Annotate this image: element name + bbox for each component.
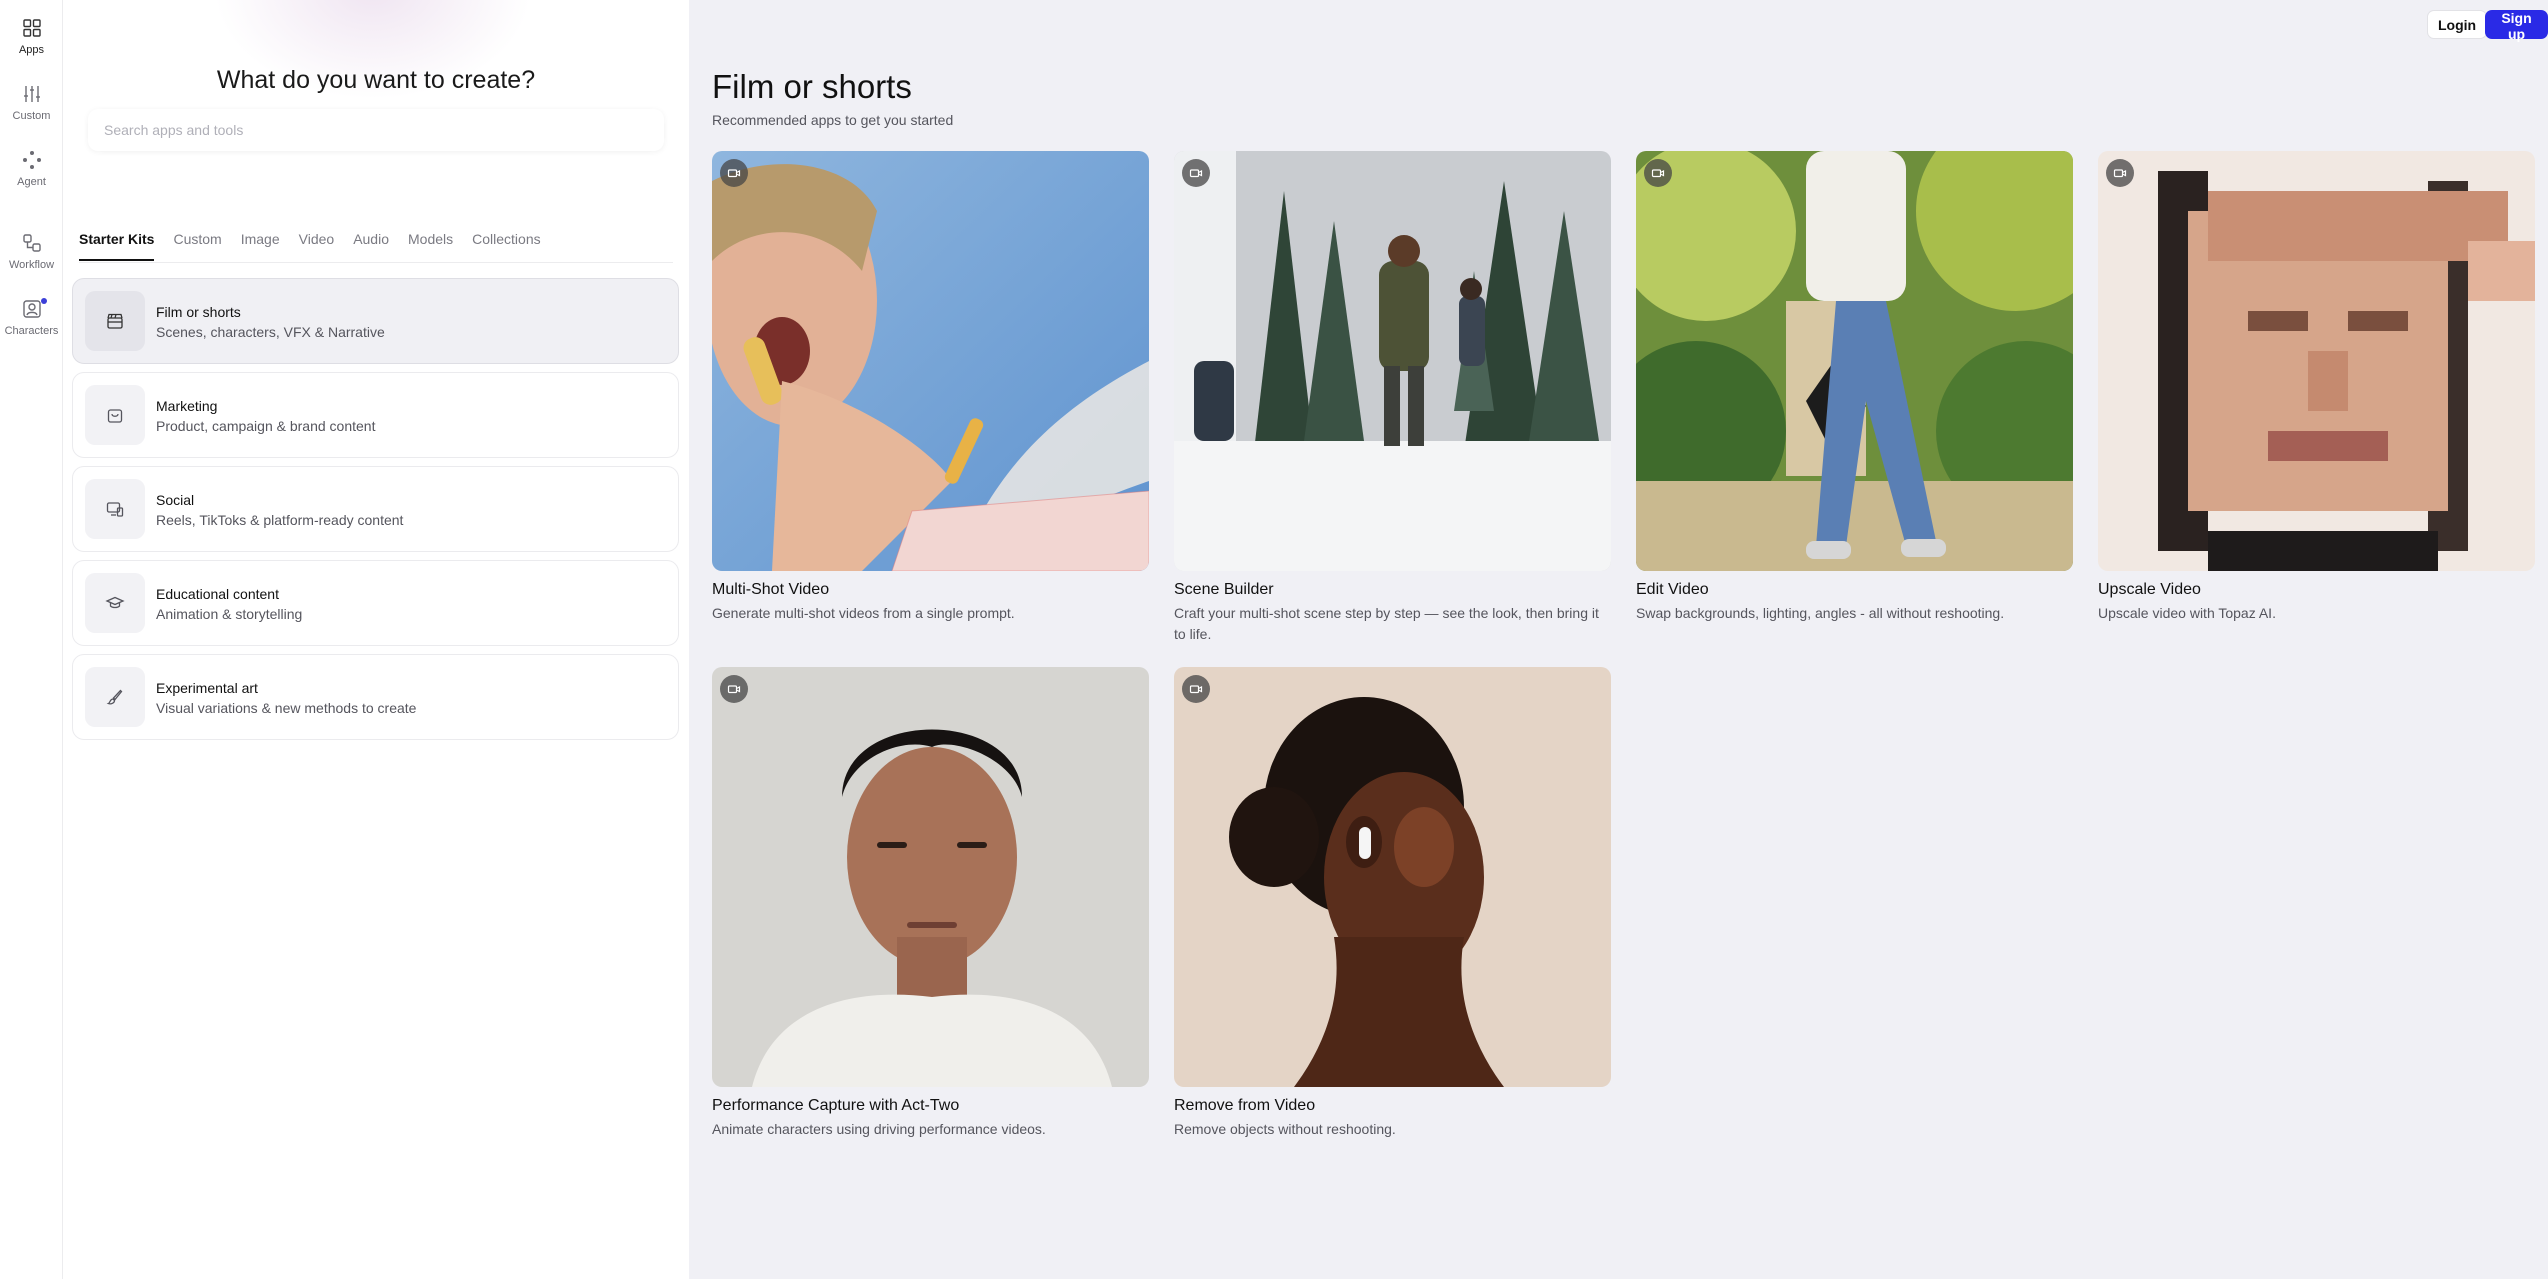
kit-title: Experimental art: [156, 680, 258, 696]
tab-models[interactable]: Models: [408, 231, 453, 261]
kit-marketing[interactable]: Marketing Product, campaign & brand cont…: [72, 372, 679, 458]
app-card-edit-video[interactable]: Edit Video Swap backgrounds, lighting, a…: [1636, 151, 2073, 624]
category-tabs: Starter Kits Custom Image Video Audio Mo…: [79, 231, 560, 261]
kit-icon-tile: [85, 291, 145, 351]
icon-rail: Apps Custom Agent Workflow Characters: [0, 0, 63, 1279]
workflow-icon: [22, 234, 41, 252]
video-camera-icon: [1644, 159, 1672, 187]
thumbnail-image: [712, 151, 1149, 571]
rail-label: Workflow: [8, 259, 55, 271]
card-thumbnail: [1174, 151, 1611, 571]
tab-custom[interactable]: Custom: [173, 231, 221, 261]
kit-subtitle: Visual variations & new methods to creat…: [156, 700, 417, 716]
video-camera-icon: [2106, 159, 2134, 187]
rail-item-characters[interactable]: Characters: [0, 298, 63, 337]
kit-icon-tile: [85, 385, 145, 445]
login-button[interactable]: Login: [2427, 10, 2488, 39]
rail-item-custom[interactable]: Custom: [0, 83, 63, 122]
card-description: Swap backgrounds, lighting, angles - all…: [1636, 605, 2005, 621]
rail-label: Apps: [18, 44, 45, 56]
shopping-bag-icon: [107, 409, 123, 423]
character-icon: [22, 300, 41, 318]
app-card-upscale-video[interactable]: Upscale Video Upscale video with Topaz A…: [2098, 151, 2535, 624]
card-title: Multi-Shot Video: [712, 581, 830, 598]
graduation-cap-icon: [105, 596, 125, 609]
thumbnail-image: [1174, 151, 1611, 571]
card-thumbnail: [1174, 667, 1611, 1087]
main-content: Login Sign up Film or shorts Recommended…: [689, 0, 2548, 1279]
page-title: Film or shorts: [712, 68, 912, 105]
video-camera-icon: [720, 159, 748, 187]
video-camera-icon: [1182, 675, 1210, 703]
sparkle-icon: [22, 151, 41, 169]
rail-label: Custom: [12, 110, 51, 122]
thumbnail-image: [1636, 151, 2073, 571]
thumbnail-image: [2098, 151, 2535, 571]
card-title: Performance Capture with Act-Two: [712, 1097, 960, 1114]
grid-icon: [22, 19, 41, 37]
kit-educational-content[interactable]: Educational content Animation & storytel…: [72, 560, 679, 646]
rail-label: Characters: [4, 325, 59, 337]
app-card-multi-shot-video[interactable]: Multi-Shot Video Generate multi-shot vid…: [712, 151, 1149, 624]
tab-image[interactable]: Image: [241, 231, 280, 261]
signup-button[interactable]: Sign up: [2485, 10, 2548, 42]
kit-icon-tile: [85, 479, 145, 539]
kit-film-or-shorts[interactable]: Film or shorts Scenes, characters, VFX &…: [72, 278, 679, 364]
brush-icon: [106, 689, 123, 705]
panel-title: What do you want to create?: [216, 66, 536, 94]
card-description: Upscale video with Topaz AI.: [2098, 605, 2276, 621]
search-input[interactable]: [88, 109, 664, 151]
tab-video[interactable]: Video: [299, 231, 335, 261]
card-description: Generate multi-shot videos from a single…: [712, 605, 1015, 621]
card-thumbnail: [712, 667, 1149, 1087]
card-description: Remove objects without reshooting.: [1174, 1121, 1396, 1137]
card-title: Scene Builder: [1174, 581, 1274, 598]
page-subtitle: Recommended apps to get you started: [712, 112, 954, 128]
thumbnail-image: [712, 667, 1149, 1087]
app-card-remove-from-video[interactable]: Remove from Video Remove objects without…: [1174, 667, 1611, 1140]
kit-subtitle: Product, campaign & brand content: [156, 418, 376, 434]
kit-title: Social: [156, 492, 195, 508]
kit-subtitle: Reels, TikToks & platform-ready content: [156, 512, 404, 528]
card-thumbnail: [2098, 151, 2535, 571]
kit-subtitle: Scenes, characters, VFX & Narrative: [156, 324, 385, 340]
video-camera-icon: [1182, 159, 1210, 187]
tabs-divider: [79, 262, 673, 263]
card-thumbnail: [712, 151, 1149, 571]
kit-title: Educational content: [156, 586, 279, 602]
app-card-performance-capture[interactable]: Performance Capture with Act-Two Animate…: [712, 667, 1149, 1140]
rail-item-apps[interactable]: Apps: [0, 17, 63, 56]
rail-label: Agent: [17, 176, 46, 188]
card-title: Upscale Video: [2098, 581, 2201, 598]
kit-icon-tile: [85, 573, 145, 633]
tab-audio[interactable]: Audio: [353, 231, 389, 261]
tab-collections[interactable]: Collections: [472, 231, 540, 261]
notification-dot: [41, 298, 47, 304]
rail-item-workflow[interactable]: Workflow: [0, 232, 63, 271]
card-thumbnail: [1636, 151, 2073, 571]
starter-panel: What do you want to create? Starter Kits…: [63, 0, 689, 1279]
kit-subtitle: Animation & storytelling: [156, 606, 303, 622]
rail-item-agent[interactable]: Agent: [0, 149, 63, 188]
tab-starter-kits[interactable]: Starter Kits: [79, 231, 155, 261]
kit-icon-tile: [85, 667, 145, 727]
sliders-icon: [23, 86, 40, 102]
video-camera-icon: [720, 675, 748, 703]
devices-icon: [106, 502, 124, 517]
kit-experimental-art[interactable]: Experimental art Visual variations & new…: [72, 654, 679, 740]
card-description: Animate characters using driving perform…: [712, 1121, 1046, 1137]
app-card-scene-builder[interactable]: Scene Builder Craft your multi-shot scen…: [1174, 151, 1611, 645]
kit-title: Marketing: [156, 398, 218, 414]
card-title: Remove from Video: [1174, 1097, 1316, 1114]
kit-title: Film or shorts: [156, 304, 241, 320]
thumbnail-image: [1174, 667, 1611, 1087]
kit-social[interactable]: Social Reels, TikToks & platform-ready c…: [72, 466, 679, 552]
clapperboard-icon: [107, 313, 123, 329]
card-description: Craft your multi-shot scene step by step…: [1174, 605, 1599, 642]
card-title: Edit Video: [1636, 581, 1709, 598]
